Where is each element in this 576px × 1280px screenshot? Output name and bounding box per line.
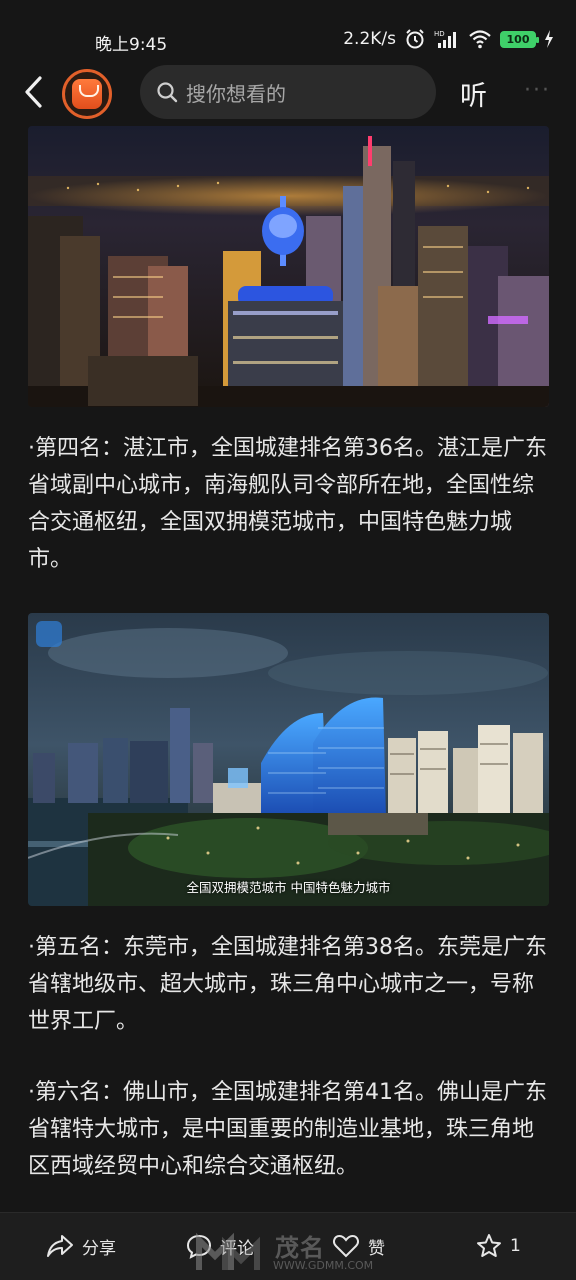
status-icons: 2.2K/s HD 100 [343,28,554,50]
alarm-icon [406,29,424,49]
network-speed: 2.2K/s [343,29,396,49]
favorite-count: 1 [510,1236,521,1256]
wifi-icon [469,30,491,49]
photo-caption: 全国双拥模范城市 中国特色魅力城市 [186,880,391,895]
red-packet-icon [72,79,102,109]
status-time: 晚上9:45 [95,35,168,55]
city-night-photo-zhanjiang[interactable] [28,126,549,407]
battery-level: 100 [506,32,530,46]
more-icon[interactable]: ··· [524,78,551,103]
bottom-action-bar: 分享 评论 赞 1 [0,1212,576,1280]
like-button[interactable]: 赞 [332,1233,385,1259]
back-arrow-icon[interactable] [20,74,48,110]
like-label: 赞 [368,1238,385,1259]
share-label: 分享 [82,1238,116,1259]
search-placeholder: 搜你想看的 [186,81,286,106]
search-icon [157,82,178,103]
top-nav-bar: 搜你想看的 听 ··· [0,60,576,126]
battery-icon: 100 [500,30,539,48]
paragraph-rank-6: ·第六名：佛山市，全国城建排名第41名。佛山是广东省辖特大城市，是中国重要的制造… [28,1080,547,1179]
comment-button[interactable]: 评论 [186,1233,254,1259]
paragraph-rank-4: ·第四名：湛江市，全国城建排名第36名。湛江是广东省域副中心城市，南海舰队司令部… [28,436,547,572]
comment-icon [186,1234,212,1259]
paragraph-rank-5: ·第五名：东莞市，全国城建排名第38名。东莞是广东省辖地级市、超大城市，珠三角中… [28,935,547,1034]
charging-icon [545,30,553,48]
heart-icon [333,1234,359,1258]
app-logo[interactable] [62,69,112,119]
search-input[interactable]: 搜你想看的 [140,65,436,119]
share-button[interactable]: 分享 [46,1233,116,1259]
comment-label: 评论 [220,1238,254,1259]
city-night-photo-coastal[interactable]: 全国双拥模范城市 中国特色魅力城市 [28,613,549,906]
favorite-button[interactable]: 1 [476,1233,521,1259]
svg-text:HD: HD [434,30,445,38]
star-icon [477,1234,501,1257]
listen-button[interactable]: 听 [460,74,487,113]
share-icon [47,1235,73,1257]
article-content: ·第四名：湛江市，全国城建排名第36名。湛江是广东省域副中心城市，南海舰队司令部… [0,126,576,1212]
signal-icon: HD [434,30,456,48]
